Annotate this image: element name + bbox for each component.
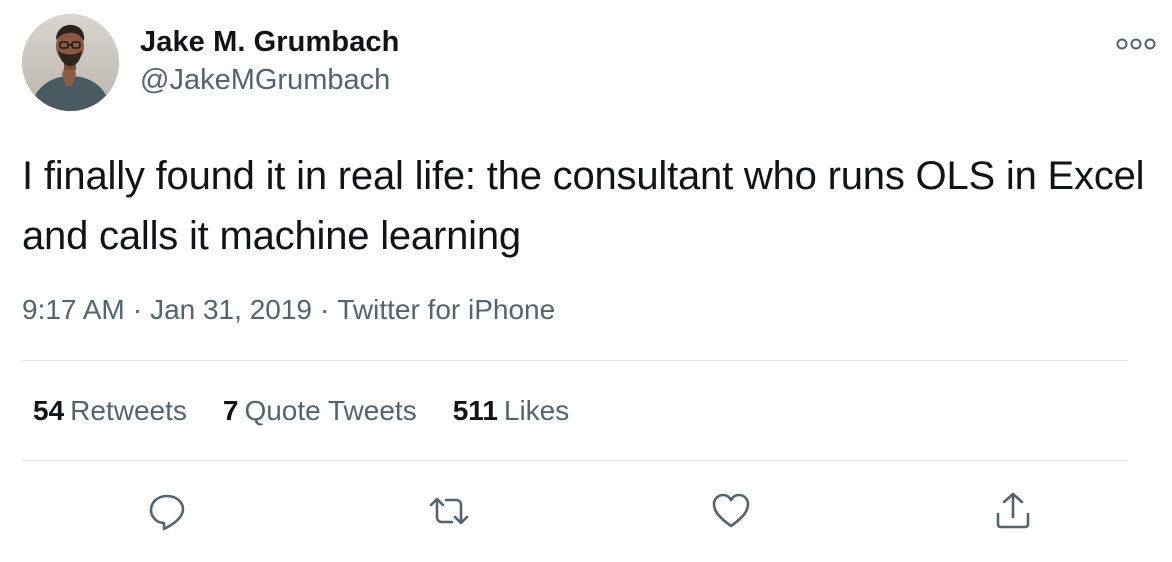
divider (22, 460, 1128, 461)
retweets-count: 54 (33, 395, 65, 426)
likes-count: 511 (452, 395, 498, 426)
reply-icon (149, 494, 185, 531)
quote-tweets-count: 7 (222, 395, 239, 426)
tweet-source[interactable]: Twitter for iPhone (337, 294, 555, 325)
tweet-time[interactable]: 9:17 AM (22, 294, 125, 325)
reply-button[interactable] (146, 490, 188, 532)
quote-tweets-label: Quote Tweets (244, 395, 417, 426)
retweets-label: Retweets (70, 395, 187, 426)
quote-tweets-stat[interactable]: 7 Quote Tweets (223, 395, 417, 427)
divider (22, 360, 1128, 361)
tweet-text: I finally found it in real life: the con… (22, 154, 1145, 258)
meta-separator: · (319, 294, 330, 325)
likes-label: Likes (503, 395, 570, 426)
share-icon (996, 492, 1030, 529)
author-handle[interactable]: @JakeMGrumbach (140, 64, 390, 97)
heart-icon (712, 493, 750, 528)
retweet-button[interactable] (428, 490, 470, 532)
tweet-card: Jake M. Grumbach @JakeMGrumbach I finall… (0, 0, 1172, 562)
retweet-icon (429, 497, 469, 525)
tweet-stats: 54 Retweets 7 Quote Tweets 511 Likes (33, 395, 605, 427)
more-options-button[interactable] (1114, 34, 1158, 54)
avatar-photo (22, 14, 119, 111)
more-options-icon (1116, 38, 1156, 50)
likes-stat[interactable]: 511 Likes (453, 395, 570, 427)
retweets-stat[interactable]: 54 Retweets (33, 395, 187, 427)
author-name[interactable]: Jake M. Grumbach (140, 26, 399, 59)
meta-separator: · (132, 294, 143, 325)
tweet-date[interactable]: Jan 31, 2019 (150, 294, 312, 325)
tweet-meta: 9:17 AM · Jan 31, 2019 · Twitter for iPhone (22, 294, 555, 326)
like-button[interactable] (710, 490, 752, 532)
share-button[interactable] (992, 490, 1034, 532)
avatar[interactable] (22, 14, 119, 111)
